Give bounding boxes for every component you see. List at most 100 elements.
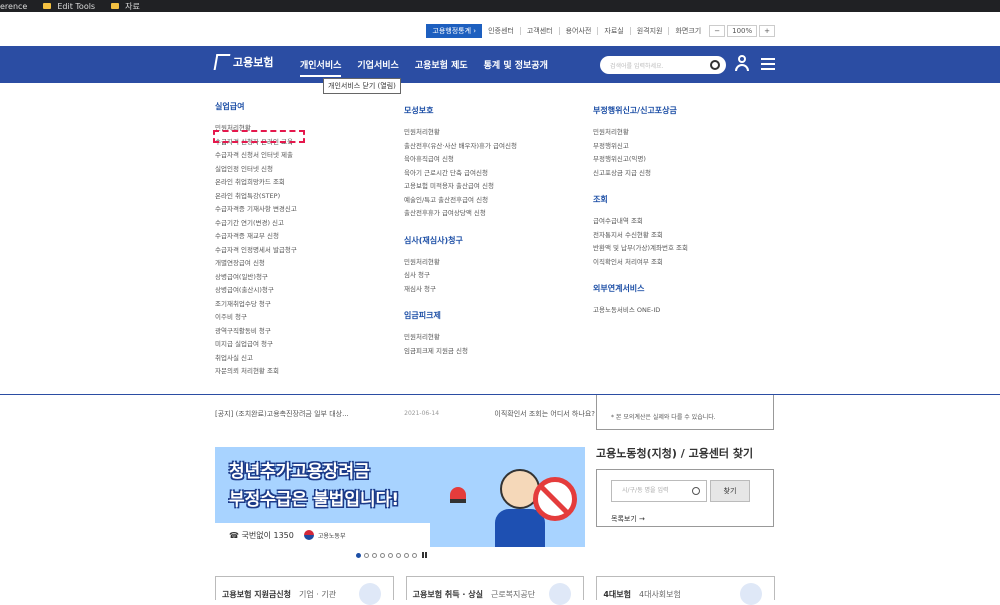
slider-dot[interactable] xyxy=(372,552,377,558)
bookmark-folder[interactable]: Edit Tools xyxy=(43,2,95,11)
menu-heading[interactable]: 부정행위신고/신고포상금 xyxy=(593,105,688,116)
menu-item[interactable]: 온라인 취업특강(STEP) xyxy=(215,190,297,204)
menu-item[interactable]: 예술인/특고 출산전후급여 신청 xyxy=(404,194,517,208)
menu-item[interactable]: 고용보험 미적용자 출산급여 신청 xyxy=(404,180,517,194)
menu-item[interactable]: 출산전후(유산·사산 배우자)휴가 급여신청 xyxy=(404,140,517,154)
menu-heading[interactable]: 조회 xyxy=(593,194,688,205)
menu-item[interactable]: 이직확인서 처리여부 조회 xyxy=(593,256,688,270)
link-archive[interactable]: 자료실 xyxy=(604,26,623,36)
pause-icon[interactable] xyxy=(422,552,427,558)
utility-bar: 고용행정통계 › 인증센터 고객센터 용어사전 자료실 원격지원 화면크기 − … xyxy=(426,24,775,38)
search-icon[interactable] xyxy=(710,60,720,70)
chat-icon xyxy=(358,583,381,605)
promo-banner[interactable]: 청년추가고용장려금 부정수급은 불법입니다! ☎ 국번없이 1350 고용노동부 xyxy=(215,447,585,547)
hamburger-menu-icon[interactable] xyxy=(761,58,775,70)
zoom-control: − 100% + xyxy=(707,25,775,37)
slider-dot[interactable] xyxy=(404,552,409,558)
menu-item[interactable]: 온라인 취업희망카드 조회 xyxy=(215,176,297,190)
menu-item[interactable]: 민원처리현황 xyxy=(404,331,517,345)
menu-heading[interactable]: 실업급여 xyxy=(215,101,297,112)
menu-item[interactable]: 수급기간 연기(변경) 신고 xyxy=(215,217,297,231)
menu-list: 민원처리현황 출산전후(유산·사산 배우자)휴가 급여신청 육아휴직급여 신청 육아기… xyxy=(404,126,517,221)
menu-list: 급여수급내역 조회 전자통지서 수신현황 조회 반환액 및 납부(가상)계좌번호 조… xyxy=(593,215,688,269)
link-remote[interactable]: 원격지원 xyxy=(637,26,663,36)
bookmark-item[interactable]: erence xyxy=(0,2,27,11)
menu-item[interactable]: 수급자격 인정명세서 발급청구 xyxy=(215,244,297,258)
link-customer[interactable]: 고객센터 xyxy=(527,26,553,36)
menu-item[interactable]: 심사 청구 xyxy=(404,269,517,283)
card-acquire[interactable]: 고용보험 취득 · 상실 근로복지공단 xyxy=(405,576,585,605)
slider-dot[interactable] xyxy=(396,552,401,558)
nav-business[interactable]: 기업서비스 xyxy=(357,58,398,77)
site-logo[interactable]: 고용보험 xyxy=(213,54,273,70)
office-search-input[interactable]: 시/구/동 명을 입력 xyxy=(611,480,707,502)
nav-stats[interactable]: 통계 및 정보공개 xyxy=(484,58,548,77)
stats-button[interactable]: 고용행정통계 › xyxy=(426,24,483,38)
card-sub: 기업 · 기관 xyxy=(299,590,337,599)
menu-item[interactable]: 수급자격증 재교부 신청 xyxy=(215,230,297,244)
menu-item[interactable]: 재심사 청구 xyxy=(404,283,517,297)
card-sub: 4대사회보험 xyxy=(639,590,681,599)
menu-item[interactable]: 취업사실 신고 xyxy=(215,352,297,366)
slider-dot[interactable] xyxy=(388,552,393,558)
menu-item[interactable]: 미지급 실업급여 청구 xyxy=(215,338,297,352)
menu-item[interactable]: 부정행위신고(익명) xyxy=(593,153,688,167)
menu-item[interactable]: 반환액 및 납부(가상)계좌번호 조회 xyxy=(593,242,688,256)
menu-group: 모성보호민원처리현황 출산전후(유산·사산 배우자)휴가 급여신청 육아휴직급여 신… xyxy=(404,105,517,221)
menu-item[interactable]: 민원처리현황 xyxy=(593,126,688,140)
slider-dot[interactable] xyxy=(356,552,361,558)
government-emblem-icon xyxy=(303,530,314,540)
card-insurance[interactable]: 4대보험 4대사회보험 xyxy=(596,576,776,605)
search-icon xyxy=(692,487,700,495)
slider-dot[interactable] xyxy=(412,552,417,558)
menu-item[interactable]: 출산전후휴가 급여상당액 신청 xyxy=(404,207,517,221)
link-cert[interactable]: 인증센터 xyxy=(488,26,514,36)
slider-dot[interactable] xyxy=(380,552,385,558)
menu-item[interactable]: 광역구직활동비 청구 xyxy=(215,325,297,339)
menu-item[interactable]: 수급자격증 기재사항 변경신고 xyxy=(215,203,297,217)
menu-item[interactable]: 개별연장급여 신청 xyxy=(215,257,297,271)
menu-item[interactable]: 자문의뢰 처리현황 조회 xyxy=(215,365,297,379)
user-icon[interactable] xyxy=(735,55,749,73)
ministry-text: 고용노동부 xyxy=(317,532,346,540)
zoom-plus-button[interactable]: + xyxy=(759,25,775,37)
nav-personal[interactable]: 개인서비스 xyxy=(300,58,342,77)
menu-heading[interactable]: 외부연계서비스 xyxy=(593,283,688,294)
menu-heading[interactable]: 모성보호 xyxy=(404,105,517,116)
bookmark-folder[interactable]: 자료 xyxy=(111,1,140,12)
menu-item[interactable]: 실업인정 인터넷 신청 xyxy=(215,163,297,177)
menu-heading[interactable]: 임금피크제 xyxy=(404,310,517,321)
menu-item[interactable]: 이주비 청구 xyxy=(215,311,297,325)
card-subsidy[interactable]: 고용보험 지원금신청 기업 · 기관 xyxy=(215,576,394,605)
menu-heading[interactable]: 심사(재심사)청구 xyxy=(404,235,517,246)
slider-dot[interactable] xyxy=(364,552,369,558)
bookmarks-bar: erence Edit Tools 자료 xyxy=(0,0,1000,12)
menu-list: 민원처리현황 심사 청구 재심사 청구 xyxy=(404,256,517,297)
menu-item[interactable]: 전자통지서 수신현황 조회 xyxy=(593,229,688,243)
search-input[interactable]: 검색어를 입력하세요. xyxy=(600,56,726,74)
menu-item[interactable]: 급여수급내역 조회 xyxy=(593,215,688,229)
office-placeholder: 시/구/동 명을 입력 xyxy=(622,487,669,494)
find-button[interactable]: 찾기 xyxy=(710,480,750,502)
list-item[interactable]: [공지] (조치완료)고용촉진장려금 일부 대상... 2021-06-14 이… xyxy=(215,405,595,423)
menu-item[interactable]: 육아기 근로시간 단축 급여신청 xyxy=(404,167,517,181)
menu-item[interactable]: 상병급여(출산시)청구 xyxy=(215,284,297,298)
focus-outline xyxy=(213,130,305,143)
card-title: 4대보험 xyxy=(603,590,631,599)
link-glossary[interactable]: 용어사전 xyxy=(566,26,592,36)
faq-title[interactable]: 이직확인서 조회는 어디서 하나요? xyxy=(494,405,595,423)
menu-item[interactable]: 임금피크제 지원금 신청 xyxy=(404,345,517,359)
menu-item[interactable]: 고용노동서비스 ONE-ID xyxy=(593,304,688,318)
nav-system[interactable]: 고용보험 제도 xyxy=(415,58,468,77)
list-view-link[interactable]: 목록보기 → xyxy=(611,514,645,524)
menu-item[interactable]: 육아휴직급여 신청 xyxy=(404,153,517,167)
menu-item[interactable]: 상병급여(일반)청구 xyxy=(215,271,297,285)
menu-item[interactable]: 조기재취업수당 청구 xyxy=(215,298,297,312)
menu-item[interactable]: 신고포상금 지급 신청 xyxy=(593,167,688,181)
zoom-minus-button[interactable]: − xyxy=(709,25,726,37)
menu-item[interactable]: 부정행위신고 xyxy=(593,140,688,154)
menu-item[interactable]: 민원처리현황 xyxy=(404,256,517,270)
quick-cards: 고용보험 지원금신청 기업 · 기관 고용보험 취득 · 상실 근로복지공단 4대보… xyxy=(215,576,776,605)
menu-item[interactable]: 수급자격 신청서 인터넷 제출 xyxy=(215,149,297,163)
menu-item[interactable]: 민원처리현황 xyxy=(404,126,517,140)
